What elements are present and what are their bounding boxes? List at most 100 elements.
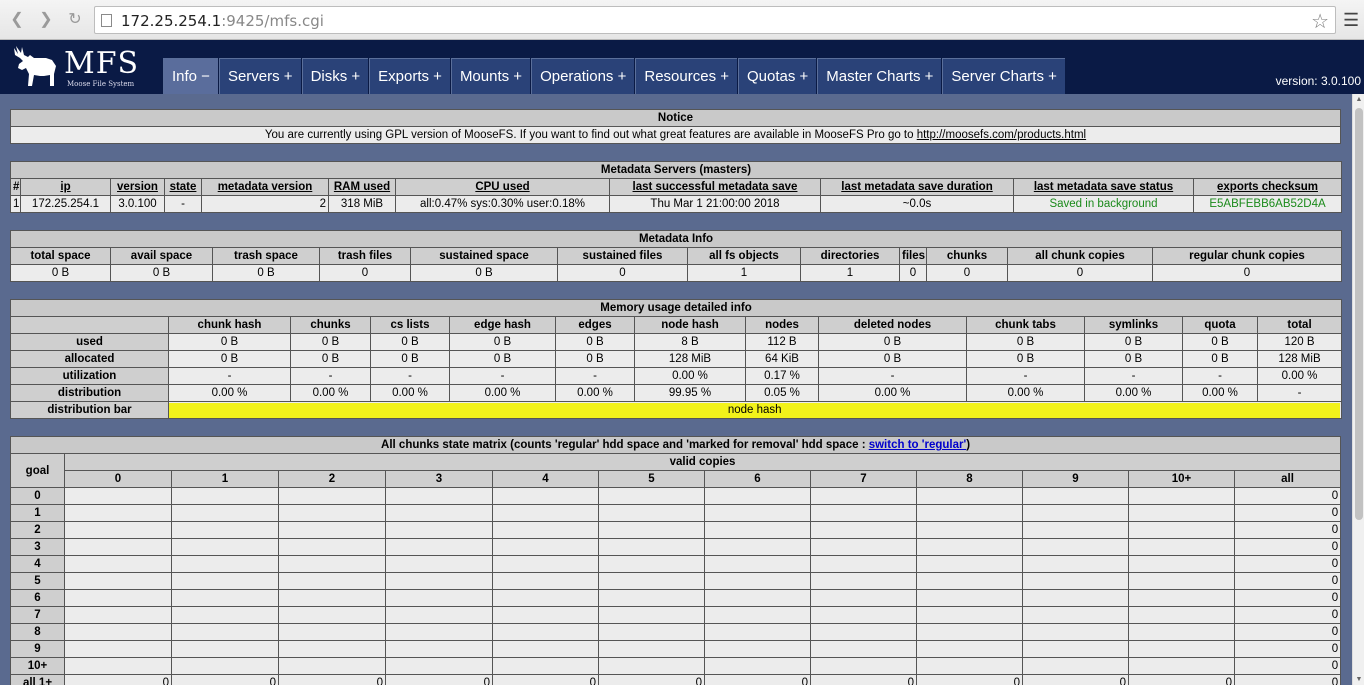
table-cell: [64, 521, 172, 539]
table-cell: 0.00 %: [290, 384, 371, 402]
column-header: directories: [800, 247, 900, 265]
address-bar[interactable]: 172.25.254.1:9425/mfs.cgi ☆: [94, 6, 1336, 34]
table-cell: 0 B: [110, 264, 213, 282]
table-cell: 0 B: [168, 350, 291, 368]
column-header: 7: [810, 470, 917, 488]
table-cell: 0: [278, 674, 386, 685]
column-header: 0: [64, 470, 172, 488]
table-cell: -: [370, 367, 450, 385]
table-cell: -: [1084, 367, 1183, 385]
column-header: chunk tabs: [966, 316, 1085, 334]
forward-icon[interactable]: ❯: [35, 9, 57, 31]
url-text[interactable]: 172.25.254.1:9425/mfs.cgi: [121, 12, 324, 30]
masters-column-header[interactable]: CPU used: [395, 178, 610, 196]
table-row: 10+ 0: [10, 657, 1342, 675]
tab-quotas[interactable]: Quotas +: [738, 58, 817, 94]
table-cell: [64, 572, 172, 590]
masters-column-header[interactable]: last successful metadata save: [609, 178, 821, 196]
row-header: 2: [10, 521, 65, 539]
table-row: 40: [10, 555, 1342, 573]
table-cell: [385, 487, 493, 505]
table-cell: [492, 504, 599, 522]
table-cell: [598, 521, 705, 539]
table-cell: [64, 538, 172, 556]
table-cell: [810, 572, 917, 590]
column-label: last successful metadata save: [632, 181, 798, 193]
scrollbar-thumb[interactable]: [1355, 108, 1363, 520]
table-cell: [1022, 555, 1129, 573]
table-cell: [278, 555, 386, 573]
tab-master-charts[interactable]: Master Charts +: [817, 58, 942, 94]
valid-copies-header: valid copies: [63, 453, 1342, 471]
switch-to-regular-link[interactable]: switch to 'regular': [869, 439, 967, 451]
masters-column-header[interactable]: state: [164, 178, 202, 196]
tab-disks[interactable]: Disks +: [301, 58, 369, 94]
table-cell: 0: [492, 674, 599, 685]
mfs-logo: MFS Moose File System: [10, 42, 140, 92]
table-cell: 1: [687, 264, 801, 282]
browser-menu-icon[interactable]: ☰: [1343, 10, 1359, 31]
products-link[interactable]: http://moosefs.com/products.html: [917, 129, 1086, 141]
bookmark-star-icon[interactable]: ☆: [1311, 9, 1329, 34]
column-header: quota: [1182, 316, 1258, 334]
masters-column-header[interactable]: last metadata save status: [1013, 178, 1194, 196]
table-cell: [1128, 640, 1235, 658]
table-cell: [385, 555, 493, 573]
masters-column-header[interactable]: last metadata save duration: [820, 178, 1014, 196]
table-cell: [171, 538, 279, 556]
table-cell: [598, 623, 705, 641]
page-scrollbar[interactable]: ▲ ▼: [1352, 94, 1364, 685]
table-cell: [810, 640, 917, 658]
table-cell: 0: [1022, 674, 1129, 685]
table-cell: [810, 487, 917, 505]
masters-column-header[interactable]: exports checksum: [1192, 178, 1343, 196]
table-cell: [492, 572, 599, 590]
table-cell: [916, 657, 1023, 675]
row-header: allocated: [10, 350, 169, 368]
masters-column-header[interactable]: metadata version: [201, 178, 329, 196]
masters-column-header[interactable]: version: [110, 178, 165, 196]
masters-column-header[interactable]: RAM used: [328, 178, 396, 196]
column-header: all chunk copies: [1007, 247, 1153, 265]
column-header: trash files: [319, 247, 411, 265]
column-header: total: [1256, 316, 1343, 334]
back-icon[interactable]: ❮: [6, 9, 28, 31]
table-cell: 0: [1007, 264, 1153, 282]
tab-resources[interactable]: Resources +: [635, 58, 737, 94]
table-cell: 0.00 %: [168, 384, 291, 402]
column-header: edges: [555, 316, 635, 334]
masters-column-header[interactable]: ip: [20, 178, 111, 196]
scroll-down-icon[interactable]: ▼: [1355, 676, 1363, 683]
table-cell: all:0.47% sys:0.30% user:0.18%: [395, 195, 610, 213]
table-cell: 0 B: [370, 350, 450, 368]
table-cell: [64, 555, 172, 573]
table-row: 70: [10, 606, 1342, 624]
column-header: edge hash: [449, 316, 556, 334]
logo-text: MFS: [64, 46, 140, 81]
row-header: all 1+: [10, 674, 65, 685]
table-cell: [810, 521, 917, 539]
tab-operations[interactable]: Operations +: [531, 58, 635, 94]
table-cell: 0: [1233, 640, 1342, 658]
tab-server-charts[interactable]: Server Charts +: [942, 58, 1065, 94]
logo-subtext: Moose File System: [67, 80, 135, 88]
tab-info[interactable]: Info −: [163, 58, 218, 94]
tab-exports[interactable]: Exports +: [369, 58, 450, 94]
column-header: nodes: [745, 316, 819, 334]
table-cell: -: [1182, 367, 1258, 385]
tab-servers[interactable]: Servers +: [218, 58, 301, 94]
table-cell: 0: [1233, 521, 1342, 539]
scroll-up-icon[interactable]: ▲: [1355, 96, 1363, 103]
reload-icon[interactable]: ↻: [64, 9, 86, 31]
table-cell: 0 B: [555, 350, 635, 368]
table-cell: [278, 487, 386, 505]
column-header: cs lists: [370, 316, 450, 334]
row-header: 8: [10, 623, 65, 641]
table-cell: [278, 521, 386, 539]
table-row: 00: [10, 487, 1342, 505]
table-cell: [64, 589, 172, 607]
table-cell: 172.25.254.1: [20, 195, 111, 213]
column-header: all fs objects: [687, 247, 801, 265]
column-header: 4: [492, 470, 599, 488]
tab-mounts[interactable]: Mounts +: [450, 58, 531, 94]
